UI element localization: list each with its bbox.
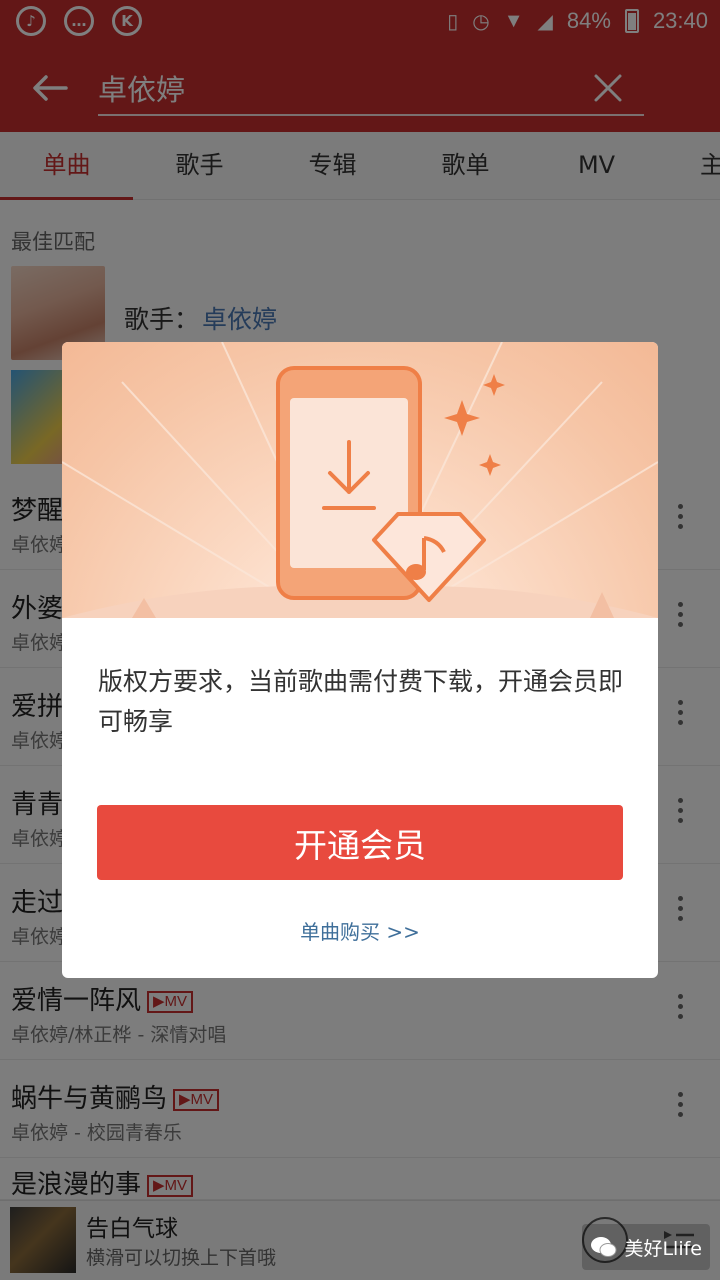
dialog-banner (62, 342, 658, 643)
open-vip-button[interactable]: 开通会员 (97, 805, 623, 880)
dialog-message: 版权方要求，当前歌曲需付费下载，开通会员即可畅享 (98, 667, 624, 736)
buy-single-link[interactable]: 单曲购买 >> (62, 916, 658, 945)
wechat-watermark: 美好Llife (582, 1224, 710, 1270)
vip-download-dialog: 版权方要求，当前歌曲需付费下载，开通会员即可畅享 开通会员 单曲购买 >> (62, 342, 658, 978)
watermark-text: 美好Llife (624, 1237, 702, 1260)
wechat-icon (591, 1237, 617, 1257)
phone-download-illustration (62, 342, 658, 643)
